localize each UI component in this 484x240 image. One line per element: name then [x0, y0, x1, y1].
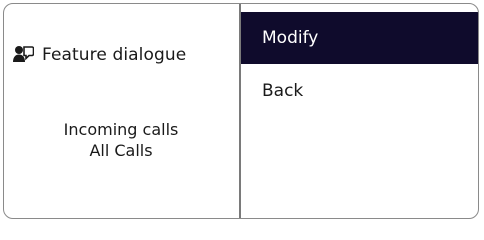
- user-speech-bubble-icon: [12, 44, 35, 66]
- dialog-info-panel: Feature dialogue Incoming calls All Call…: [4, 4, 238, 218]
- dialog-title: Feature dialogue: [42, 45, 187, 65]
- menu-item-label: Modify: [262, 28, 319, 48]
- status-line-incoming: Incoming calls: [63, 120, 179, 139]
- feature-dialog: Feature dialogue Incoming calls All Call…: [3, 3, 479, 219]
- status-line-scope: All Calls: [89, 141, 153, 160]
- action-menu: Modify Back: [241, 4, 478, 218]
- dialog-title-row: Feature dialogue: [12, 44, 186, 66]
- menu-item-label: Back: [262, 81, 304, 101]
- menu-item-back[interactable]: Back: [241, 65, 478, 117]
- menu-item-modify[interactable]: Modify: [241, 12, 478, 64]
- call-forward-status: Incoming calls All Calls: [4, 119, 238, 161]
